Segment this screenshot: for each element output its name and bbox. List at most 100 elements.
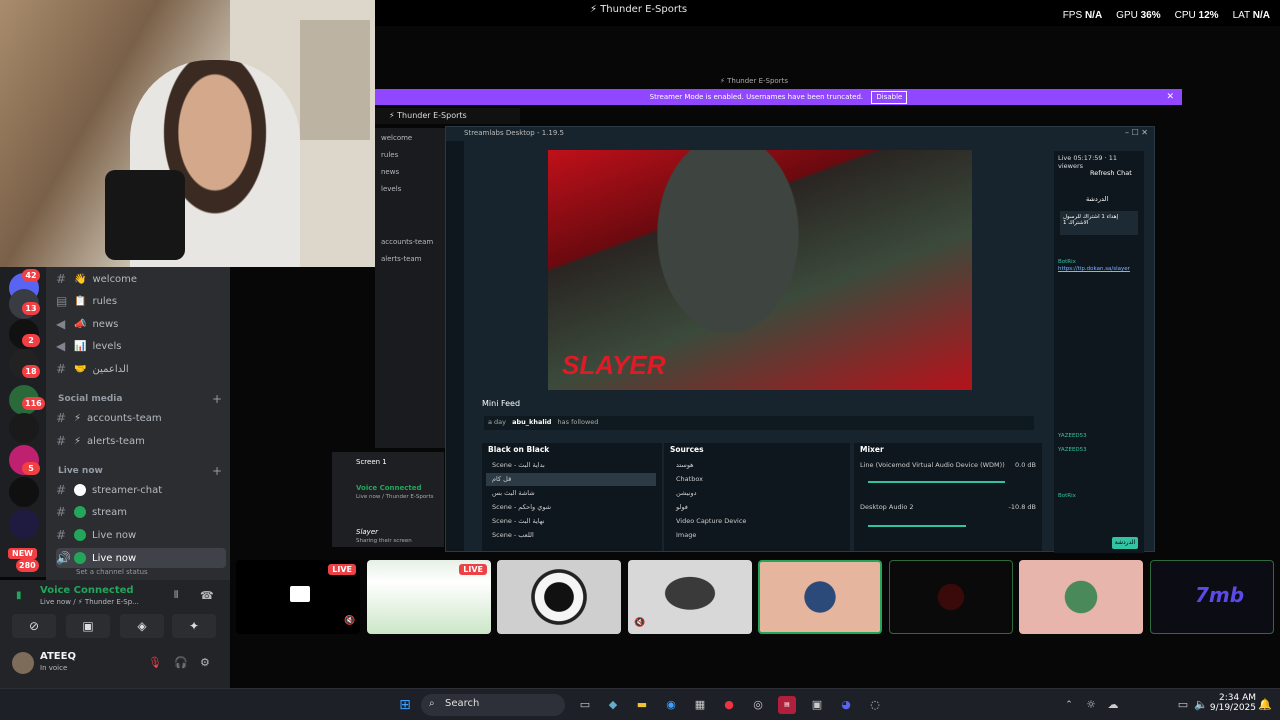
taskbar-search[interactable]: Search <box>421 694 565 716</box>
app-icon[interactable]: ▣ <box>808 696 826 714</box>
channel-stream[interactable]: # stream <box>56 502 226 522</box>
edge-icon[interactable]: ◉ <box>662 696 680 714</box>
hash-icon: # <box>56 528 67 542</box>
chat-message: YAZEED53 <box>1058 433 1138 440</box>
channel-levels[interactable]: ◀ 📊 levels <box>56 336 226 356</box>
windows-start-icon[interactable]: ⊞ <box>396 696 414 714</box>
volume-icon[interactable]: 🔈 <box>1192 696 1210 714</box>
hash-icon: # <box>56 434 67 448</box>
voice-connected-subtitle[interactable]: Live now / ⚡ Thunder E-Sp... <box>40 598 139 606</box>
channel-alerts-team[interactable]: # ⚡ alerts-team <box>56 431 226 451</box>
volume-slider[interactable] <box>868 525 966 527</box>
screen-share-thumb[interactable]: LIVE 🔇 <box>236 560 360 634</box>
live-badge: LIVE <box>459 564 487 575</box>
streamer-mode-banner: Streamer Mode is enabled. Usernames have… <box>375 89 1182 105</box>
server-header[interactable]: ⚡ Thunder E-Sports <box>375 108 520 124</box>
store-icon[interactable]: ▦ <box>691 696 709 714</box>
stream-thumb[interactable]: LIVE <box>367 560 491 634</box>
clock[interactable]: 2:34 AM 9/19/2025 <box>1210 693 1256 713</box>
channel-streamer-chat[interactable]: # streamer-chat <box>56 480 226 500</box>
chat-username: BotRix <box>1058 493 1076 499</box>
source-item[interactable]: فولو <box>670 501 820 514</box>
channel-live-now[interactable]: # Live now <box>56 525 226 545</box>
muted-icon[interactable]: 🔇 <box>344 616 355 626</box>
weather-icon[interactable]: ☁ <box>1104 696 1122 714</box>
server-icon[interactable] <box>9 509 39 539</box>
file-explorer-icon[interactable]: ▬ <box>633 696 651 714</box>
unread-badge: 2 <box>22 334 40 347</box>
voice-channel-live-now[interactable]: 🔊 Live now <box>56 548 226 568</box>
chat-link[interactable]: https://tip.dokan.sa/slayer <box>1058 266 1130 272</box>
settings-gear-icon[interactable]: ⚙ <box>200 656 210 669</box>
slayer-card[interactable]: Slayer Sharing their screen <box>332 524 444 550</box>
mixer-channel-name: Line (Voicemod Virtual Audio Device (WDM… <box>860 461 1005 469</box>
channel-rules[interactable]: ▤ 📋 rules <box>56 291 226 311</box>
copilot-icon[interactable]: ◆ <box>604 696 622 714</box>
volume-slider[interactable] <box>868 481 1005 483</box>
hash-icon: # <box>56 272 67 286</box>
channel-news[interactable]: ◀ 📣 news <box>56 314 226 334</box>
channel-welcome[interactable]: # 👋 welcome <box>56 269 226 289</box>
brightness-icon[interactable]: ☼ <box>1082 696 1100 714</box>
close-icon[interactable]: ✕ <box>1166 89 1174 105</box>
participant-tile[interactable]: 7mb <box>1150 560 1274 634</box>
nested-channel: alerts-team <box>381 255 422 263</box>
participant-tile[interactable] <box>1019 560 1143 634</box>
feed-action: has followed <box>557 418 599 426</box>
activities-button[interactable]: ◈ <box>120 614 164 638</box>
category-live-now[interactable]: Live now <box>58 466 103 476</box>
participant-tile[interactable] <box>889 560 1013 634</box>
notification-bell-icon[interactable]: 🔔 <box>1256 696 1274 714</box>
camera-off-button[interactable]: ⊘ <box>12 614 56 638</box>
server-icon[interactable] <box>9 477 39 507</box>
avatar[interactable] <box>12 652 34 674</box>
task-view-icon[interactable]: ▭ <box>576 696 594 714</box>
discord-icon[interactable]: ◕ <box>837 696 855 714</box>
muted-icon[interactable]: 🔇 <box>634 618 645 628</box>
channel-accounts-team[interactable]: # ⚡ accounts-team <box>56 408 226 428</box>
add-channel-icon[interactable]: + <box>212 392 222 406</box>
window-controls[interactable]: – ☐ ✕ <box>1125 128 1148 137</box>
hash-icon: # <box>56 483 67 497</box>
source-item[interactable]: هوستد <box>670 459 820 472</box>
channel-supporters[interactable]: # 🤝 الداعمين <box>56 359 226 379</box>
category-social-media[interactable]: Social media <box>58 394 122 404</box>
channel-label: accounts-team <box>87 412 162 424</box>
app-icon[interactable]: ▤ <box>778 696 796 714</box>
steam-icon[interactable]: ◎ <box>749 696 767 714</box>
tile-logo: 7mb <box>1195 583 1245 607</box>
scene-item[interactable]: Scene - بداية البث <box>486 459 656 472</box>
signal-icon[interactable]: ▮ <box>16 590 22 601</box>
source-item[interactable]: Image <box>670 529 820 542</box>
chevron-up-icon[interactable]: ⌃ <box>1060 696 1078 714</box>
network-icon[interactable]: ▭ <box>1174 696 1192 714</box>
noise-suppression-icon[interactable]: ⫴ <box>174 590 178 601</box>
refresh-chat-button[interactable]: Refresh Chat <box>1090 169 1132 177</box>
screen-share-button[interactable]: ▣ <box>66 614 110 638</box>
chat-send-button[interactable]: الدردشة <box>1112 537 1138 549</box>
disconnect-icon[interactable]: ☎ <box>200 589 214 602</box>
app-icon[interactable]: ◌ <box>866 696 884 714</box>
scene-item[interactable]: Scene - شوي واحكم <box>486 501 656 514</box>
scene-item[interactable]: Scene - نهاية البث <box>486 515 656 528</box>
scene-item[interactable]: قل كام <box>486 473 656 486</box>
server-icon[interactable] <box>9 413 39 443</box>
channel-list: # 👋 welcome ▤ 📋 rules ◀ 📣 news ◀ 📊 levels # 🤝 الدا… <box>46 267 230 580</box>
scene-item[interactable]: شاشة البث بس <box>486 487 656 500</box>
source-item[interactable]: Video Capture Device <box>670 515 820 528</box>
headphones-icon[interactable]: 🎧 <box>174 656 188 669</box>
participant-tile-speaking[interactable] <box>758 560 882 634</box>
soundboard-button[interactable]: ✦ <box>172 614 216 638</box>
mute-icon[interactable]: 🎙 <box>148 656 162 669</box>
source-item[interactable]: دونيشن <box>670 487 820 500</box>
nested-channel: news <box>381 168 400 176</box>
add-channel-icon[interactable]: + <box>212 464 222 478</box>
disable-button[interactable]: Disable <box>871 91 908 104</box>
scene-item[interactable]: Scene - اللعب <box>486 529 656 542</box>
set-channel-status[interactable]: Set a channel status <box>76 568 148 576</box>
source-item[interactable]: Chatbox <box>670 473 820 486</box>
chrome-icon[interactable]: ● <box>720 696 738 714</box>
app-title: Streamlabs Desktop - 1.19.5 <box>464 129 564 137</box>
participant-tile[interactable] <box>497 560 621 634</box>
participant-tile[interactable]: 🔇 <box>628 560 752 634</box>
